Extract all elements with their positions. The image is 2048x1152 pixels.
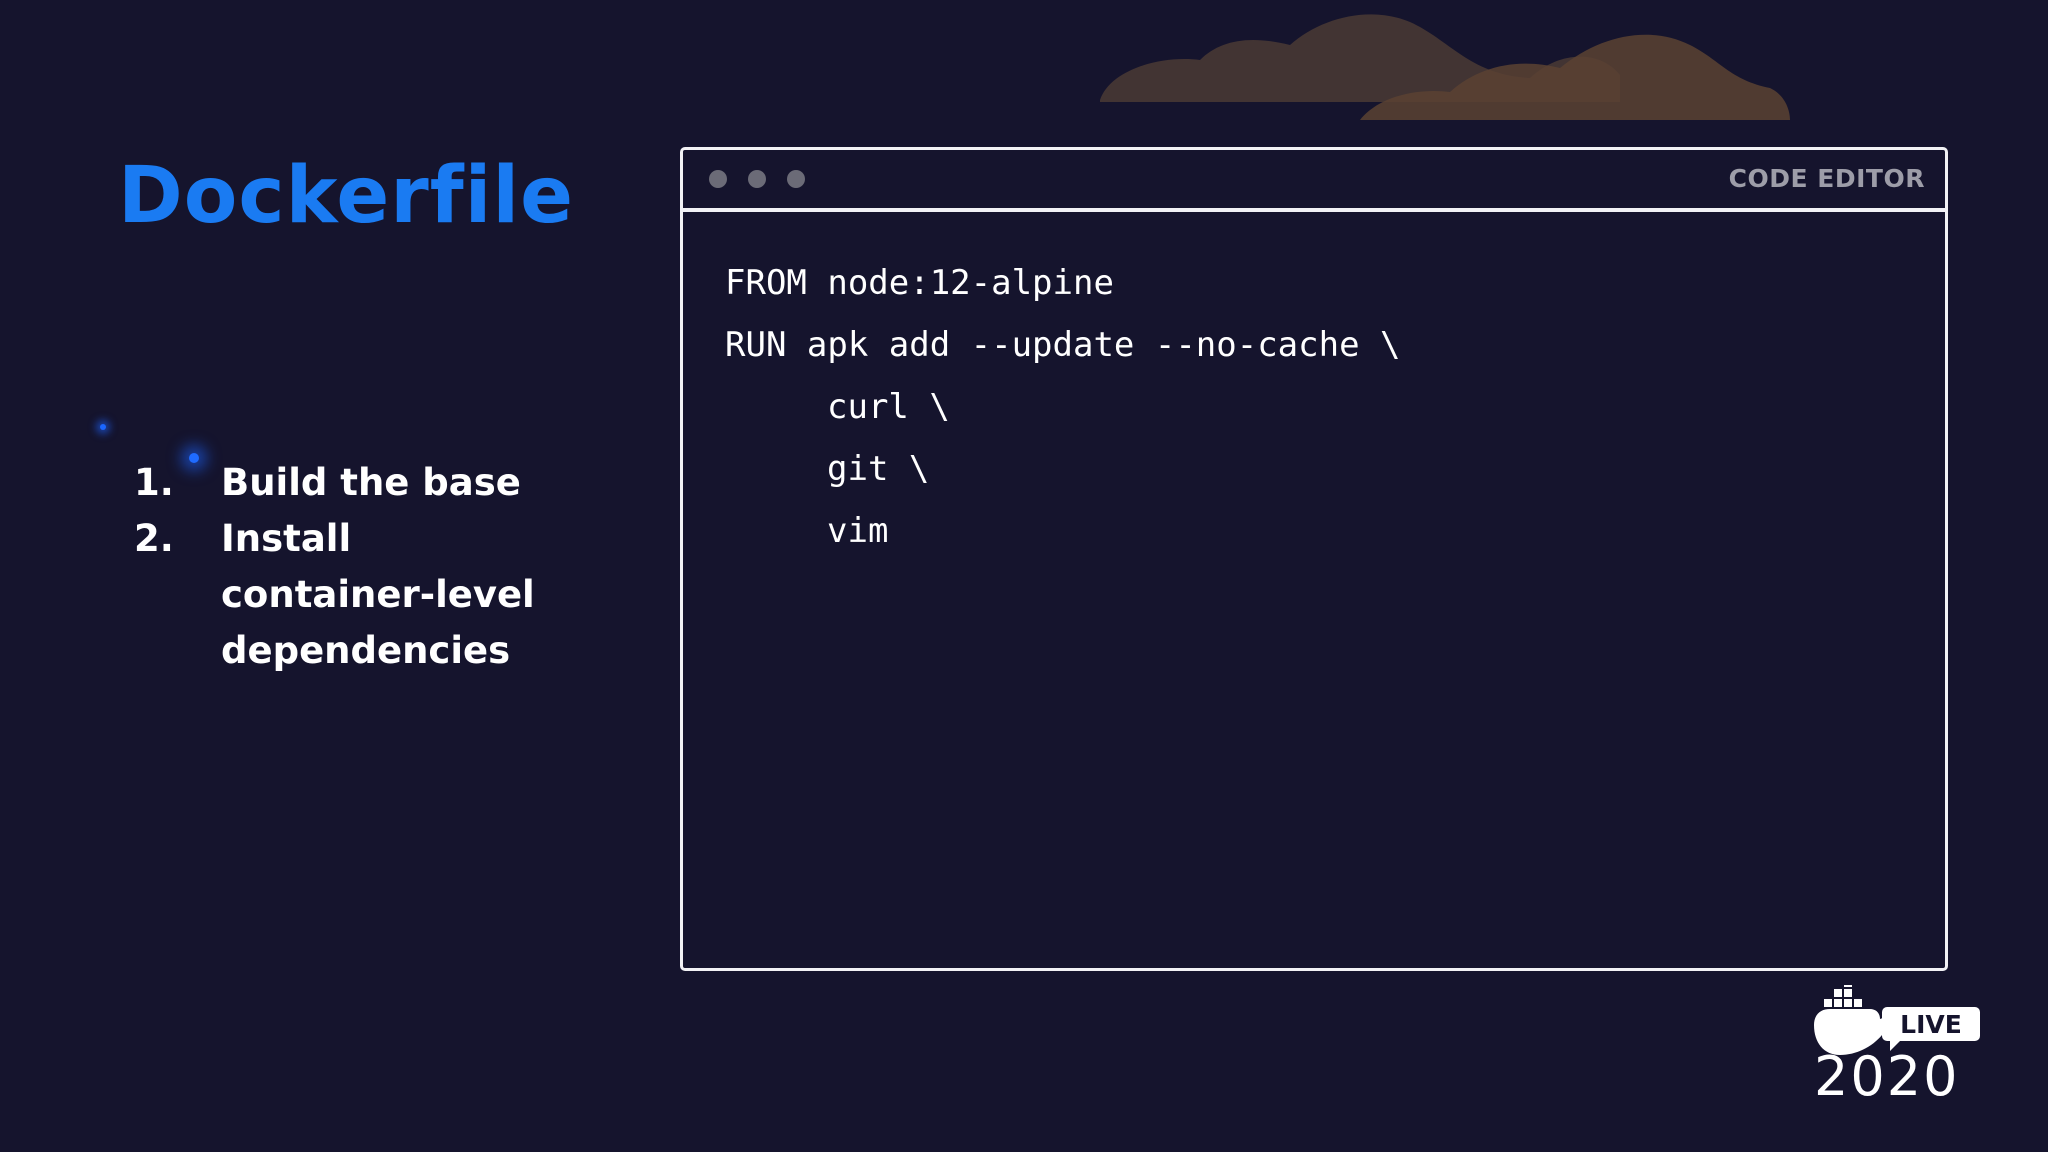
- code-line: git \: [827, 449, 930, 489]
- editor-label: CODE EDITOR: [1728, 164, 1925, 193]
- glow-dot: [100, 424, 106, 430]
- code-line: vim: [827, 511, 889, 551]
- step-text: Build the base: [221, 461, 521, 504]
- code-editor-window: CODE EDITOR FROM node:12-alpine RUN apk …: [680, 147, 1948, 971]
- cloud-decoration: [1100, 14, 1790, 121]
- window-dot-icon: [787, 170, 805, 188]
- code-line: FROM node:12-alpine: [725, 263, 1114, 303]
- slide-title: Dockerfile: [118, 151, 575, 241]
- step-number: 2.: [134, 517, 174, 560]
- editor-title-bar: CODE EDITOR: [683, 150, 1945, 212]
- code-line: curl \: [827, 387, 950, 427]
- step-text: Install container-level dependencies: [221, 517, 535, 672]
- logo-badge: LIVE: [1900, 1010, 1962, 1039]
- code-line: RUN apk add --update --no-cache \: [725, 325, 1401, 365]
- step-number: 1.: [134, 461, 174, 504]
- logo-year: 2020: [1814, 1045, 1959, 1100]
- code-block: FROM node:12-alpine RUN apk add --update…: [725, 252, 1401, 562]
- steps-list: 1. Build the base 2. Install container-l…: [134, 455, 574, 679]
- window-dot-icon: [748, 170, 766, 188]
- list-item: 1. Build the base: [134, 455, 574, 511]
- dockercon-live-logo: LIVE 2020: [1814, 985, 1980, 1100]
- window-dot-icon: [709, 170, 727, 188]
- list-item: 2. Install container-level dependencies: [134, 511, 574, 679]
- slide: Dockerfile 1. Build the base 2. Install …: [0, 0, 2048, 1152]
